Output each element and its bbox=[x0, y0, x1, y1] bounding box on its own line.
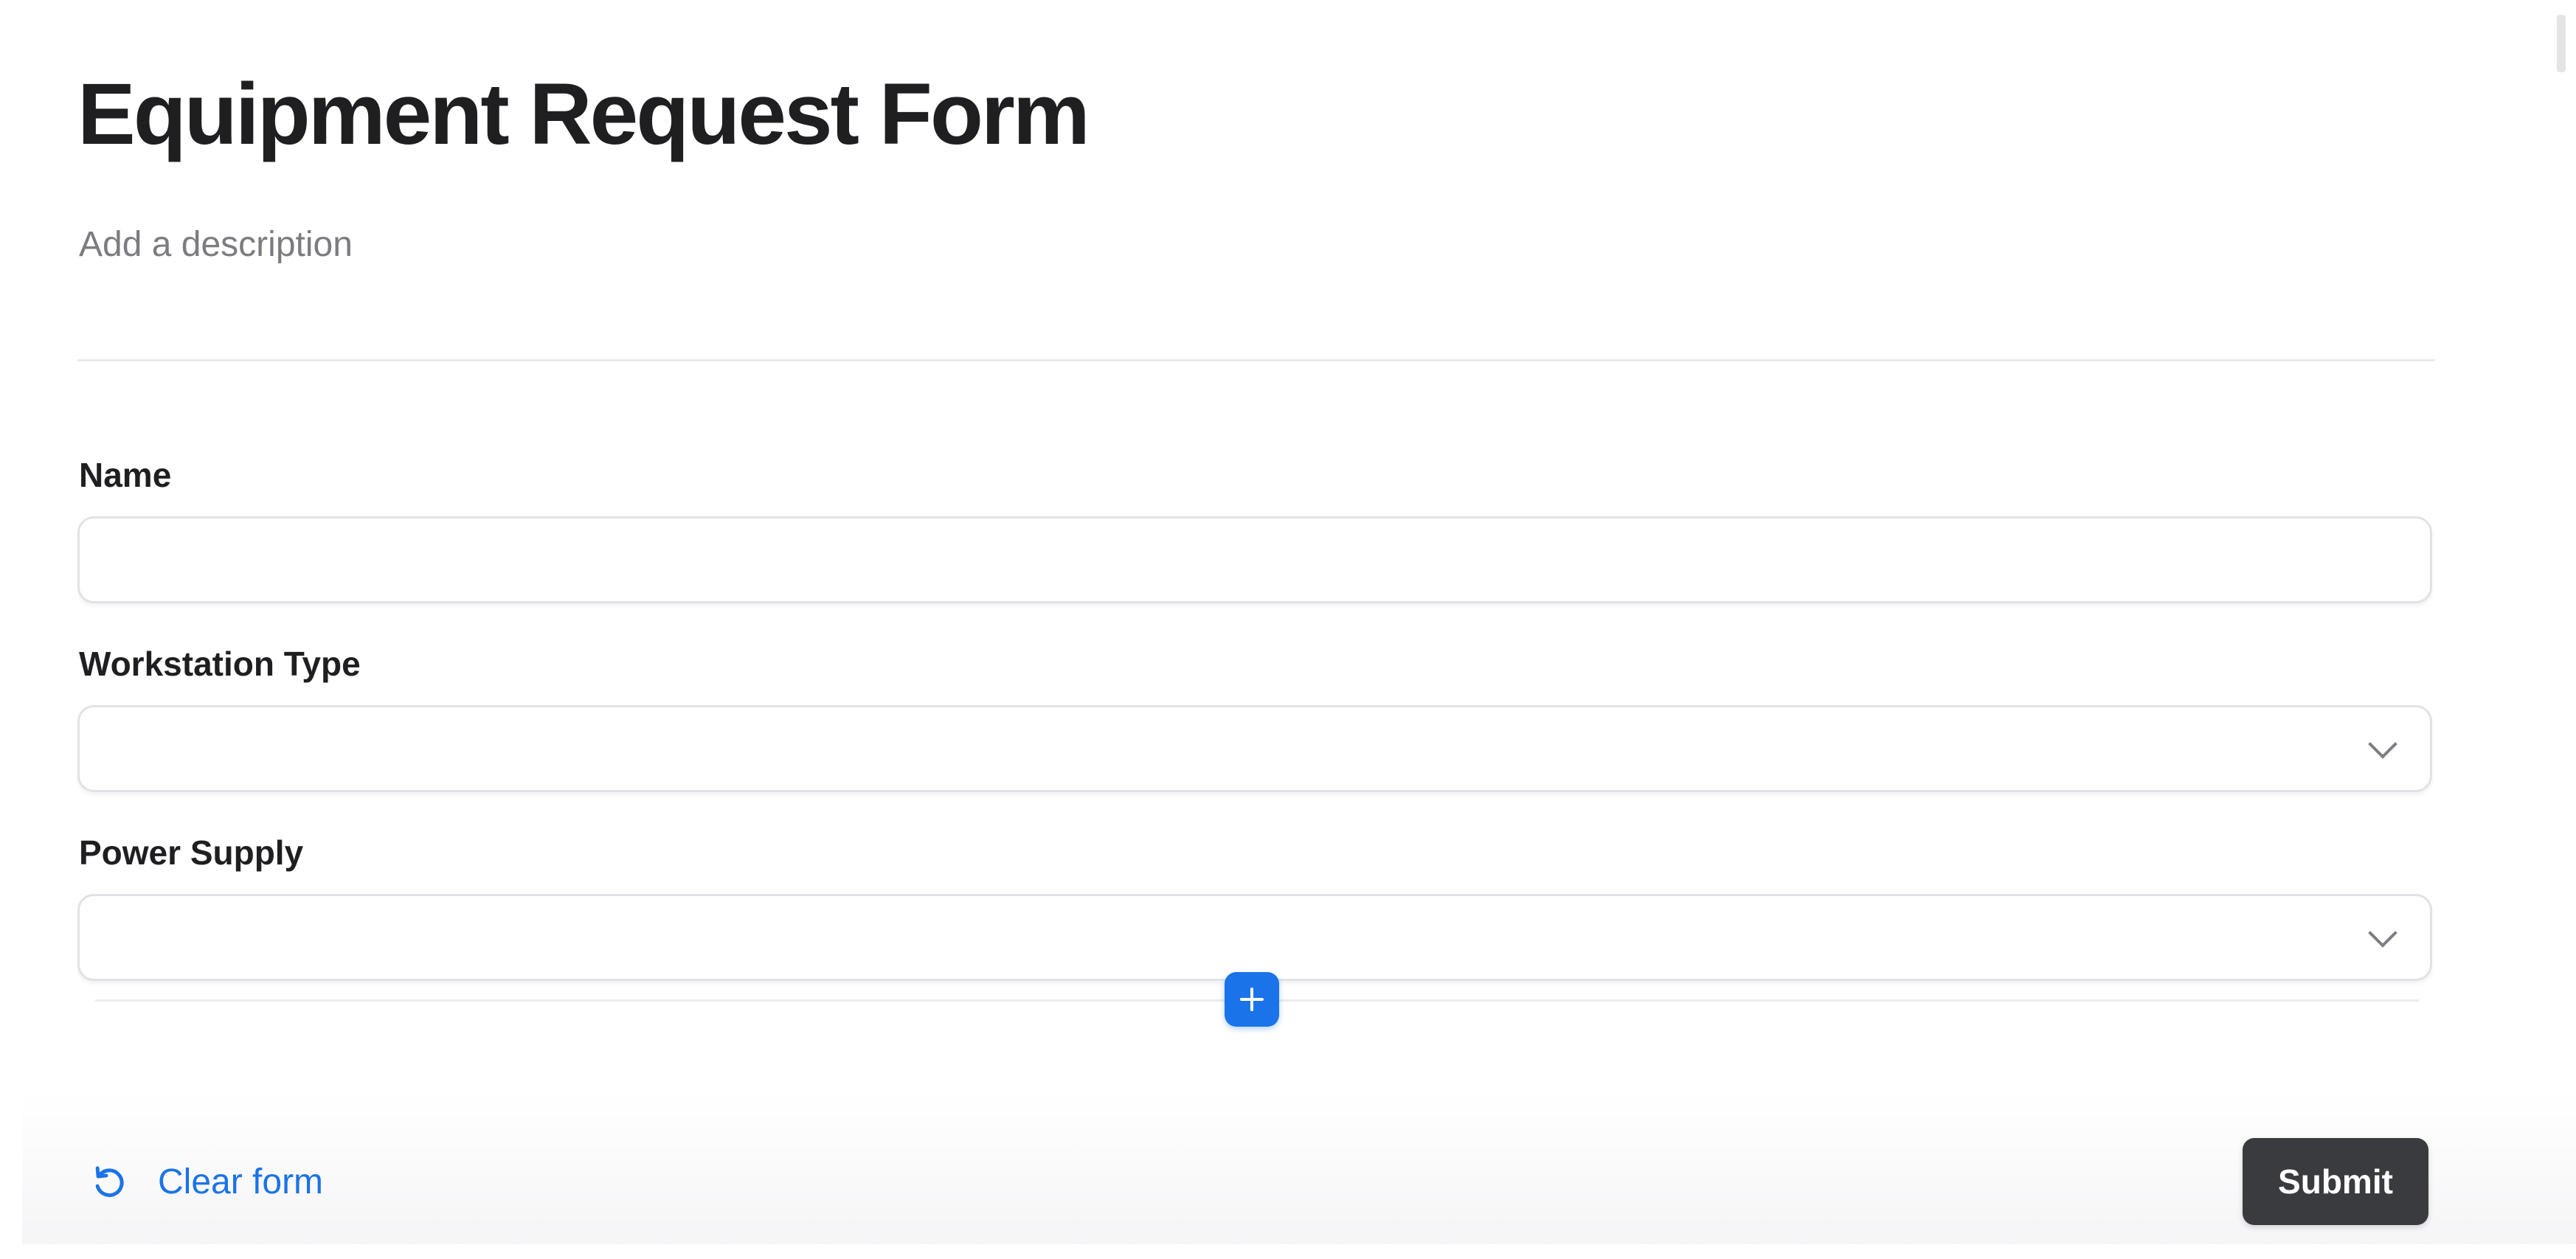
clear-form-label: Clear form bbox=[158, 1162, 324, 1201]
add-field-button[interactable] bbox=[1225, 972, 1279, 1027]
name-field-label: Name bbox=[79, 456, 172, 494]
workstation-type-dropdown[interactable] bbox=[77, 705, 2432, 792]
form-page: Equipment Request Form Add a description… bbox=[0, 0, 2576, 1259]
scrollbar-thumb[interactable] bbox=[2557, 15, 2566, 72]
chevron-down-icon bbox=[2368, 918, 2397, 948]
form-title[interactable]: Equipment Request Form bbox=[77, 59, 1090, 170]
undo-icon bbox=[95, 1166, 124, 1197]
power-supply-dropdown[interactable] bbox=[77, 894, 2432, 981]
bottom-edge bbox=[0, 1244, 2576, 1259]
form-description-field[interactable]: Add a description bbox=[79, 221, 353, 268]
header-divider bbox=[77, 359, 2435, 361]
clear-form-button[interactable]: Clear form bbox=[89, 1156, 323, 1208]
footer-bar bbox=[22, 1092, 2576, 1244]
workstation-type-label: Workstation Type bbox=[79, 645, 361, 683]
name-input[interactable] bbox=[77, 516, 2432, 603]
power-supply-label: Power Supply bbox=[79, 833, 304, 872]
chevron-down-icon bbox=[2368, 729, 2397, 759]
submit-button[interactable]: Submit bbox=[2243, 1138, 2428, 1225]
